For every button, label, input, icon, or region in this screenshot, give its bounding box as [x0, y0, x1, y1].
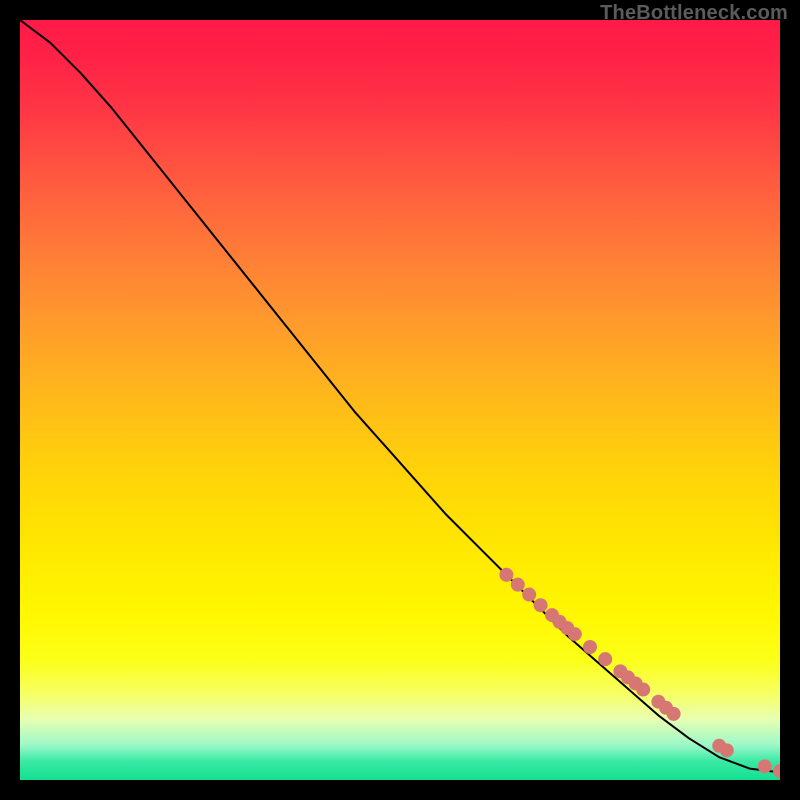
data-marker: [534, 598, 548, 612]
data-marker: [598, 652, 612, 666]
chart-frame: TheBottleneck.com: [0, 0, 800, 800]
data-marker: [522, 588, 536, 602]
data-marker: [636, 683, 650, 697]
data-marker: [511, 578, 525, 592]
chart-plot-area: [20, 20, 780, 780]
gradient-background: [20, 20, 780, 780]
data-marker: [667, 707, 681, 721]
data-marker: [499, 568, 513, 582]
data-marker: [568, 627, 582, 641]
data-marker: [758, 759, 772, 773]
data-marker: [720, 743, 734, 757]
data-marker: [583, 640, 597, 654]
